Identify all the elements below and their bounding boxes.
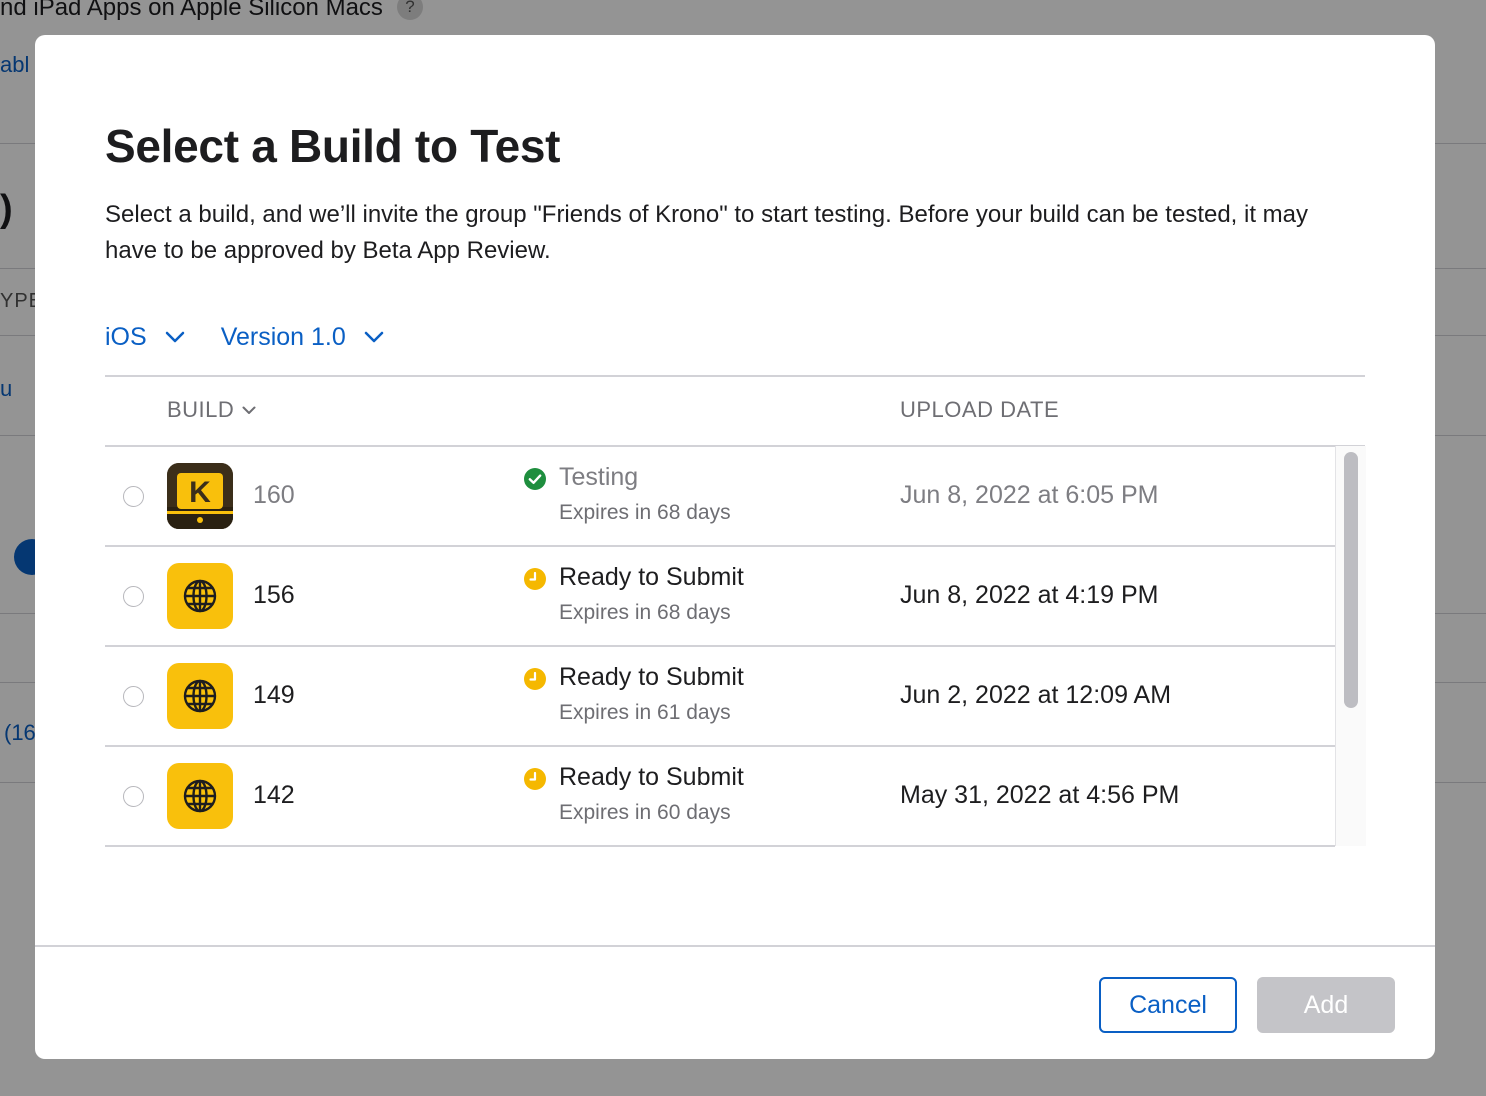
table-row[interactable]: 149 Ready to Submit Expires in 61 days J…: [105, 647, 1335, 747]
clock-icon: [524, 768, 546, 790]
build-radio[interactable]: [123, 586, 144, 607]
platform-dropdown-label: iOS: [105, 322, 147, 351]
builds-table: BUILD UPLOAD DATE K 160 Testing Expires …: [105, 375, 1365, 847]
version-dropdown-label: Version 1.0: [220, 322, 346, 351]
platform-dropdown[interactable]: iOS: [105, 323, 185, 352]
upload-date-column-header: UPLOAD DATE: [900, 397, 1060, 422]
globe-app-icon: [167, 663, 233, 729]
table-scrollbar[interactable]: [1335, 446, 1366, 846]
scrollbar-thumb[interactable]: [1344, 452, 1358, 708]
add-button[interactable]: Add: [1257, 977, 1395, 1033]
table-body: K 160 Testing Expires in 68 days Jun 8, …: [105, 447, 1335, 847]
build-radio[interactable]: [123, 486, 144, 507]
dialog-footer: Cancel Add: [35, 945, 1435, 1059]
version-dropdown[interactable]: Version 1.0: [221, 323, 384, 352]
table-row[interactable]: 142 Ready to Submit Expires in 60 days M…: [105, 747, 1335, 847]
chevron-down-icon: [242, 406, 256, 414]
build-status: Ready to Submit: [559, 663, 744, 691]
dialog-title: Select a Build to Test: [105, 120, 561, 172]
build-column-label: BUILD: [167, 397, 235, 422]
build-status: Ready to Submit: [559, 563, 744, 591]
build-number: 160: [253, 481, 295, 509]
filter-bar: iOS Version 1.0: [105, 319, 420, 355]
build-expiry: Expires in 68 days: [559, 501, 731, 524]
table-row[interactable]: 156 Ready to Submit Expires in 68 days J…: [105, 547, 1335, 647]
clock-icon: [524, 568, 546, 590]
upload-date: Jun 2, 2022 at 12:09 AM: [900, 681, 1172, 709]
build-expiry: Expires in 61 days: [559, 701, 731, 724]
dialog-description: Select a build, and we’ll invite the gro…: [105, 201, 1309, 264]
check-circle-icon: [524, 468, 546, 490]
upload-date: Jun 8, 2022 at 6:05 PM: [900, 481, 1159, 509]
build-number: 142: [253, 781, 295, 809]
krono-app-icon: K: [167, 463, 233, 529]
build-column-header[interactable]: BUILD: [167, 397, 256, 423]
table-row[interactable]: K 160 Testing Expires in 68 days Jun 8, …: [105, 447, 1335, 547]
build-status: Ready to Submit: [559, 763, 744, 791]
upload-date: Jun 8, 2022 at 4:19 PM: [900, 581, 1159, 609]
upload-date: May 31, 2022 at 4:56 PM: [900, 781, 1180, 809]
globe-app-icon: [167, 763, 233, 829]
select-build-dialog: Select a Build to Test Select a build, a…: [35, 35, 1435, 1059]
build-expiry: Expires in 68 days: [559, 601, 731, 624]
globe-app-icon: [167, 563, 233, 629]
chevron-down-icon: [165, 331, 184, 343]
chevron-down-icon: [364, 331, 384, 343]
build-radio[interactable]: [123, 786, 144, 807]
build-number: 156: [253, 581, 295, 609]
table-header: BUILD UPLOAD DATE: [105, 375, 1365, 447]
build-radio[interactable]: [123, 686, 144, 707]
build-status: Testing: [559, 463, 639, 491]
clock-icon: [524, 668, 546, 690]
svg-text:K: K: [189, 476, 211, 509]
build-expiry: Expires in 60 days: [559, 801, 731, 824]
cancel-button[interactable]: Cancel: [1099, 977, 1237, 1033]
build-number: 149: [253, 681, 295, 709]
